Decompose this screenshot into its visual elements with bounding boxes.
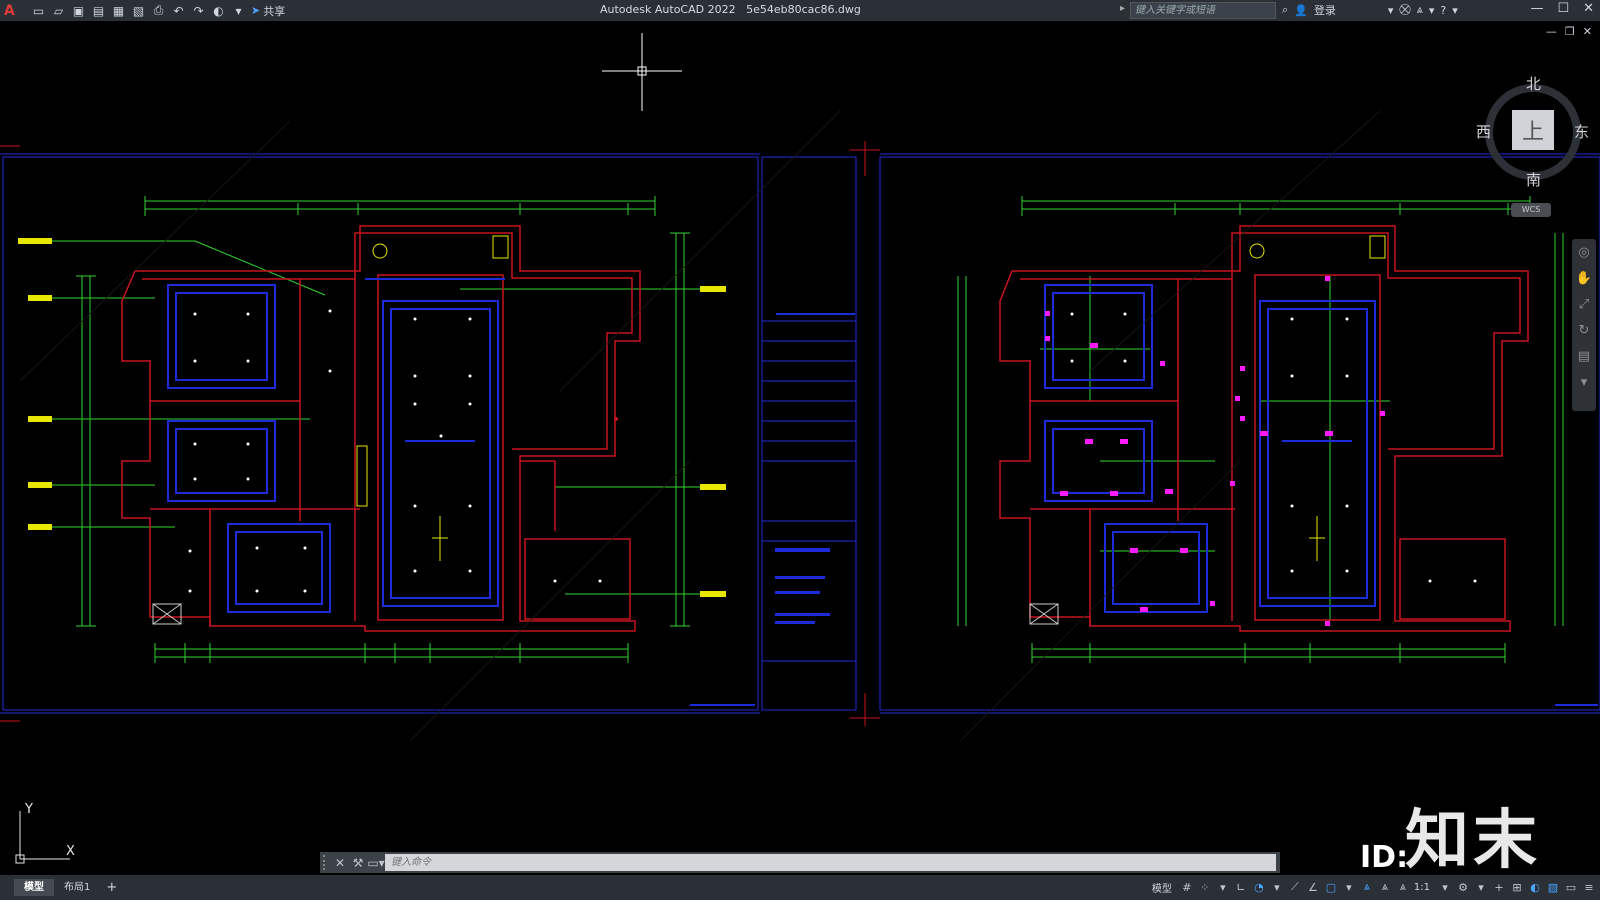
quick-access-toolbar: ▭ ▱ ▣ ▤ ▦ ▧ ⎙ ↶ ↷ ◐ ▾ [30,2,247,19]
send-icon: ➤ [251,4,261,17]
workspace-icon[interactable]: ◐ [210,2,227,19]
command-customize-icon[interactable]: ⚒ [349,854,367,872]
window-title: Autodesk AutoCAD 2022 5e54eb80cac86.dwg [600,3,861,16]
isolate-objects-icon[interactable]: ◐ [1528,879,1542,895]
ucs-y-label: Y [24,802,33,817]
search-expand-icon[interactable]: ▸ [1120,3,1125,14]
title-right-tools: ⌕ 👤 登录 ▾ ⛒ ⩓ ▾ ? ▾ [1282,2,1458,18]
ucs-x-label: X [66,844,75,859]
command-input[interactable] [385,854,1276,871]
wcs-menu-button[interactable]: WCS [1511,203,1551,217]
left-floor-plan [18,196,726,663]
save-as-icon[interactable]: ▤ [90,2,107,19]
compass-south[interactable]: 南 [1526,169,1541,190]
ortho-icon[interactable]: ∟ [1234,879,1248,895]
save-icon[interactable]: ▣ [70,2,87,19]
units-icon[interactable]: ⊞ [1510,879,1524,895]
crosshair-cursor [602,33,682,111]
tab-model[interactable]: 模型 [14,879,54,896]
osnap-dropdown-icon[interactable]: ▾ [1342,879,1356,895]
showmotion-icon[interactable]: ▤ [1572,343,1596,369]
viewcube[interactable]: 上 北 南 东 西 [1470,59,1590,189]
command-line: ✕ ⚒ ▭▾ [320,852,1280,873]
hardware-accel-icon[interactable]: ▧ [1546,879,1560,895]
snap-icon[interactable]: ⁘ [1198,879,1212,895]
share-label: 共享 [263,4,286,18]
customize-status-icon[interactable]: ≡ [1582,879,1596,895]
cad-drawing [0,33,1600,742]
login-button[interactable]: 登录 [1314,2,1336,18]
grid-icon[interactable]: # [1180,879,1194,895]
title-bar: A ▭ ▱ ▣ ▤ ▦ ▧ ⎙ ↶ ↷ ◐ ▾ ➤ 共享 Autodesk Au… [0,0,1600,21]
share-button[interactable]: ➤ 共享 [251,3,285,19]
steering-wheel-icon[interactable]: ◎ [1572,239,1596,265]
minimize-icon[interactable]: — [1530,1,1543,16]
navbar-options-icon[interactable]: ▾ [1572,369,1596,395]
viewcube-top-face[interactable]: 上 [1512,110,1554,150]
annotation-visibility-icon[interactable]: ⩓ [1360,879,1374,895]
annotation-monitor-icon[interactable]: + [1492,879,1506,895]
scale-dropdown-icon[interactable]: ▾ [1438,879,1452,895]
cart-icon[interactable]: ⛒ [1399,3,1410,17]
isodraft-icon[interactable]: ⟋ [1288,879,1302,895]
osnap-tracking-icon[interactable]: ∠ [1306,879,1320,895]
snap-dropdown-icon[interactable]: ▾ [1216,879,1230,895]
redo-icon[interactable]: ↷ [190,2,207,19]
annotation-scale-icon[interactable]: ⩓ [1396,879,1410,895]
status-bar: 模型 布局1 + 模型 # ⁘ ▾ ∟ ◔ ▾ ⟋ ∠ ▢ ▾ ⩓ ⩓ ⩓ 1:… [0,875,1600,900]
plot-icon[interactable]: ⎙ [150,2,167,19]
help-dropdown-icon[interactable]: ▾ [1452,4,1458,17]
osnap-icon[interactable]: ▢ [1324,879,1338,895]
polar-icon[interactable]: ◔ [1252,879,1266,895]
maximize-icon[interactable]: ☐ [1557,1,1569,16]
workspace-gear-icon[interactable]: ⚙ [1456,879,1470,895]
auto-scale-icon[interactable]: ⩓ [1378,879,1392,895]
save-web-icon[interactable]: ▧ [130,2,147,19]
search-icon[interactable]: ⌕ [1282,3,1288,17]
new-file-icon[interactable]: ▭ [30,2,47,19]
command-close-icon[interactable]: ✕ [331,854,349,872]
open-file-icon[interactable]: ▱ [50,2,67,19]
command-history-icon[interactable]: ▭▾ [367,854,385,872]
watermark-pattern [19,110,1381,742]
undo-icon[interactable]: ↶ [170,2,187,19]
annotation-scale-value[interactable]: 1:1 [1414,882,1430,893]
ucs-icon: Y X [15,802,75,864]
autodesk-app-icon[interactable]: ⩓ [1417,3,1423,17]
help-icon[interactable]: ? [1440,4,1446,17]
login-dropdown-icon[interactable]: ▾ [1388,4,1394,17]
drawing-canvas[interactable]: — ❐ ✕ 上 北 南 东 西 WCS ◎ ✋ ⤢ ↻ ▤ ▾ Y X 知末 [0,21,1600,875]
app-name: Autodesk AutoCAD 2022 [600,3,736,16]
command-grip[interactable] [323,855,331,870]
workspace-dropdown-icon[interactable]: ▾ [1474,879,1488,895]
close-icon[interactable]: ✕ [1583,1,1594,16]
navigation-bar: ◎ ✋ ⤢ ↻ ▤ ▾ [1572,239,1596,411]
open-web-icon[interactable]: ▦ [110,2,127,19]
compass-west[interactable]: 西 [1476,121,1491,142]
right-floor-plan [957,196,1564,663]
compass-east[interactable]: 东 [1574,121,1589,142]
app-dropdown-icon[interactable]: ▾ [1429,4,1435,17]
compass-north[interactable]: 北 [1526,73,1541,94]
sheet-frames [0,141,1600,726]
zoom-extents-icon[interactable]: ⤢ [1572,291,1596,317]
add-layout-icon[interactable]: + [106,880,117,895]
search-input[interactable]: 键入关键字或短语 [1130,2,1276,19]
model-space-label[interactable]: 模型 [1152,880,1172,895]
user-icon[interactable]: 👤 [1294,4,1308,17]
orbit-icon[interactable]: ↻ [1572,317,1596,343]
pan-icon[interactable]: ✋ [1572,265,1596,291]
status-tools: 模型 # ⁘ ▾ ∟ ◔ ▾ ⟋ ∠ ▢ ▾ ⩓ ⩓ ⩓ 1:1 ▾ ⚙ ▾ +… [1152,879,1596,895]
tab-layout1[interactable]: 布局1 [54,879,100,896]
window-controls: — ☐ ✕ [1530,1,1594,16]
autocad-logo-icon[interactable]: A [4,2,22,20]
clean-screen-icon[interactable]: ▭ [1564,879,1578,895]
customize-dropdown-icon[interactable]: ▾ [230,2,247,19]
polar-dropdown-icon[interactable]: ▾ [1270,879,1284,895]
file-name: 5e54eb80cac86.dwg [746,3,861,16]
